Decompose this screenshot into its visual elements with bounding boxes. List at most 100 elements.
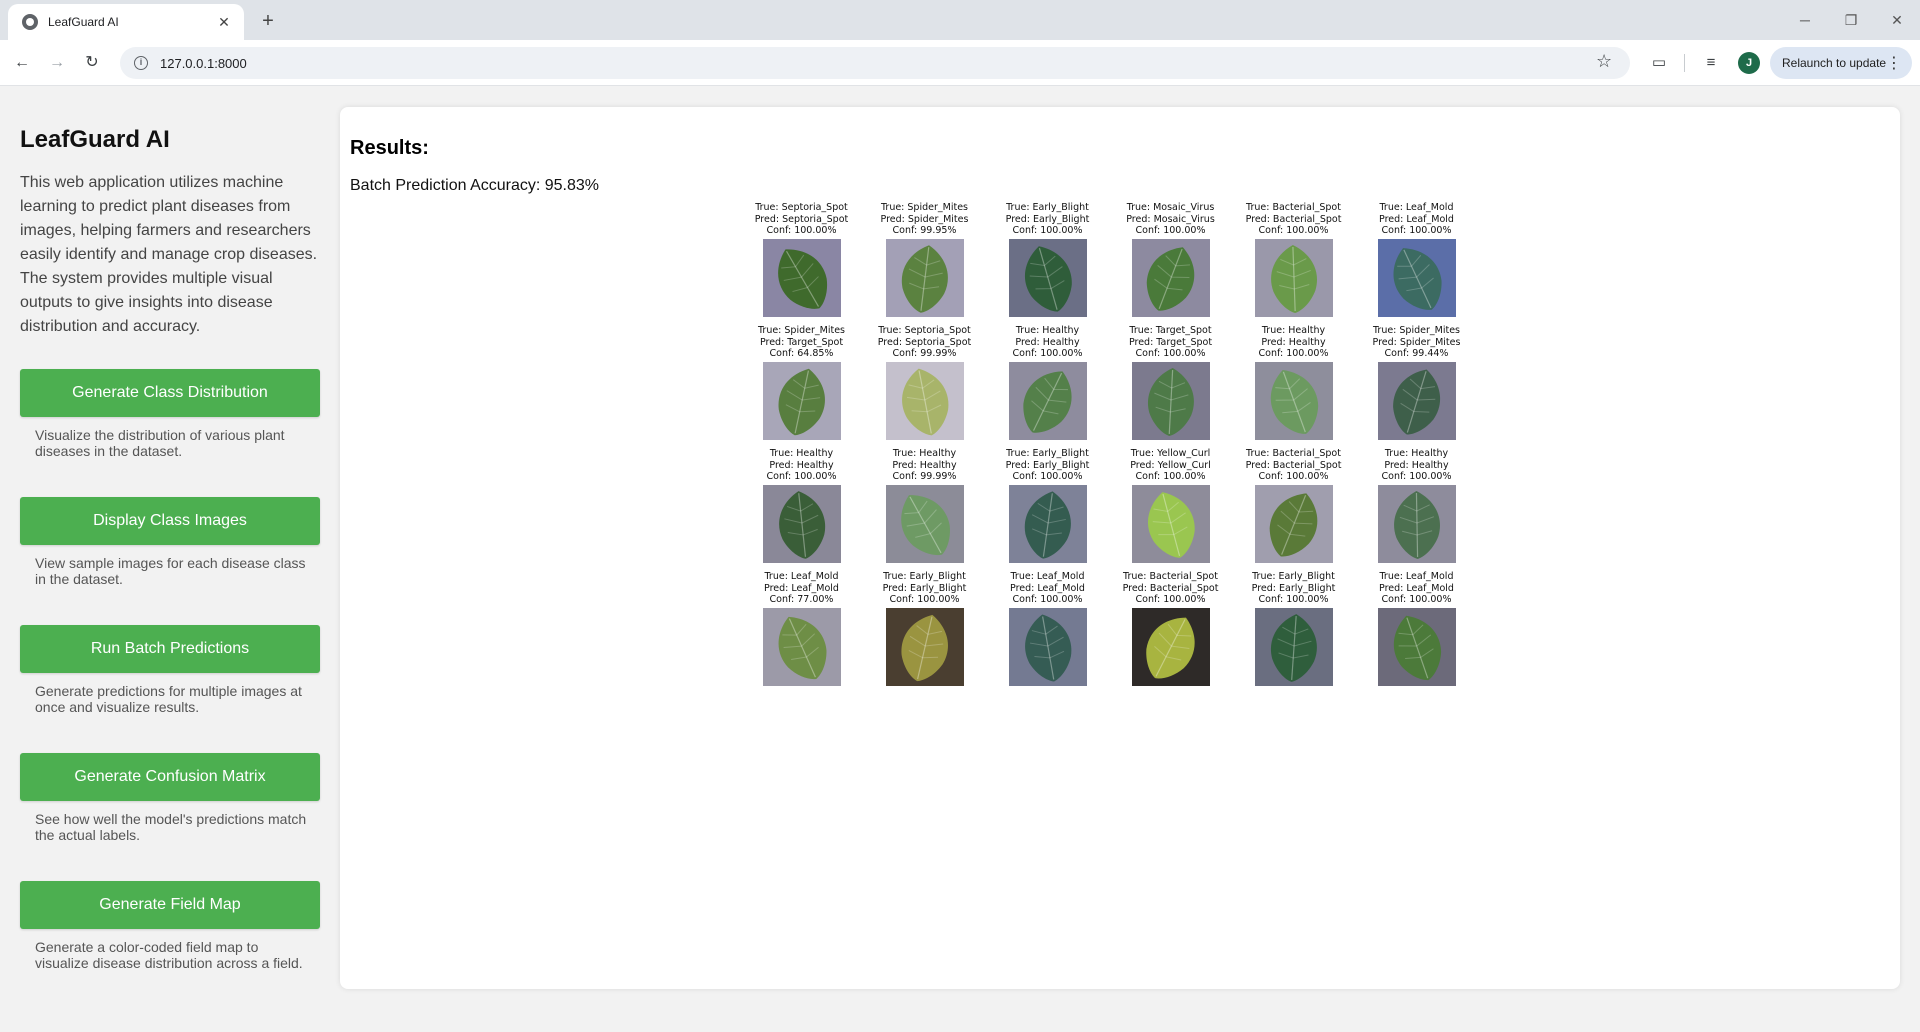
prediction-card: True: Septoria_Spot Pred: Septoria_Spot Co…	[740, 202, 863, 325]
generate-confusion-matrix-button[interactable]: Generate Confusion Matrix	[20, 753, 320, 801]
prediction-caption: True: Early_Blight Pred: Early_Blight Conf…	[986, 202, 1109, 237]
cast-icon[interactable]: ▭	[1648, 52, 1670, 74]
media-icon[interactable]: ≡	[1700, 52, 1722, 74]
caption-conf: Conf: 99.99%	[892, 471, 957, 482]
caption-pred: Pred: Healthy	[1384, 459, 1449, 471]
minimize-icon[interactable]: ─	[1790, 8, 1820, 32]
browser-tab-bar: LeafGuard AI ✕ + ─ ❐ ✕	[0, 0, 1920, 40]
prediction-caption: True: Bacterial_Spot Pred: Bacterial_Spot…	[1232, 202, 1355, 237]
reload-icon[interactable]: ↻	[80, 51, 104, 75]
caption-conf: Conf: 100.00%	[1135, 594, 1206, 605]
caption-true: True: Healthy	[1384, 448, 1449, 459]
caption-true: True: Bacterial_Spot	[1246, 448, 1341, 459]
leaf-image	[1009, 608, 1087, 686]
caption-pred: Pred: Early_Blight	[1251, 582, 1336, 594]
caption-pred: Pred: Early_Blight	[882, 582, 967, 594]
leaf-image	[1378, 485, 1456, 563]
url-text: 127.0.0.1:8000	[160, 55, 247, 71]
caption-true: True: Leaf_Mold	[764, 571, 839, 582]
prediction-card: True: Spider_Mites Pred: Target_Spot Conf:…	[740, 325, 863, 448]
action-description: View sample images for each disease clas…	[35, 555, 306, 587]
plus-icon[interactable]: +	[254, 8, 282, 36]
action-description: See how well the model's predictions mat…	[35, 811, 307, 843]
caption-conf: Conf: 100.00%	[1135, 225, 1206, 236]
prediction-grid: True: Septoria_Spot Pred: Septoria_Spot Co…	[740, 202, 1480, 697]
prediction-caption: True: Early_Blight Pred: Early_Blight Conf…	[986, 448, 1109, 483]
leaf-image	[1378, 362, 1456, 440]
prediction-card: True: Leaf_Mold Pred: Leaf_Mold Conf: 100.…	[1355, 571, 1478, 694]
action-description: Generate a color-coded field map to visu…	[35, 939, 303, 971]
caption-pred: Pred: Bacterial_Spot	[1245, 459, 1342, 471]
prediction-caption: True: Healthy Pred: Healthy Conf: 100.00%	[986, 325, 1109, 360]
caption-true: True: Bacterial_Spot	[1246, 202, 1341, 213]
prediction-caption: True: Bacterial_Spot Pred: Bacterial_Spot…	[1109, 571, 1232, 606]
app-title: LeafGuard AI	[20, 126, 170, 153]
leaf-image	[1132, 362, 1210, 440]
relaunch-button[interactable]: Relaunch to update ⋮	[1770, 47, 1912, 79]
relaunch-label: Relaunch to update	[1782, 56, 1887, 70]
caption-pred: Pred: Healthy	[769, 459, 834, 471]
restore-icon[interactable]: ❐	[1836, 8, 1866, 32]
display-class-images-button[interactable]: Display Class Images	[20, 497, 320, 545]
caption-true: True: Target_Spot	[1129, 325, 1212, 336]
prediction-card: True: Bacterial_Spot Pred: Bacterial_Spot…	[1232, 202, 1355, 325]
caption-conf: Conf: 100.00%	[1258, 225, 1329, 236]
leaf-image	[1009, 485, 1087, 563]
action-class-distribution: Generate Class Distribution Visualize th…	[20, 369, 320, 459]
close-icon[interactable]: ✕	[214, 14, 234, 31]
caption-conf: Conf: 100.00%	[889, 594, 960, 605]
favicon-icon	[22, 14, 38, 30]
caption-pred: Pred: Bacterial_Spot	[1122, 582, 1219, 594]
generate-field-map-button[interactable]: Generate Field Map	[20, 881, 320, 929]
leaf-image	[1009, 239, 1087, 317]
prediction-caption: True: Septoria_Spot Pred: Septoria_Spot Co…	[740, 202, 863, 237]
leaf-image	[1132, 608, 1210, 686]
generate-class-distribution-button[interactable]: Generate Class Distribution	[20, 369, 320, 417]
results-panel: Results: Batch Prediction Accuracy: 95.8…	[340, 107, 1900, 989]
star-icon[interactable]: ☆	[1596, 51, 1612, 72]
caption-true: True: Leaf_Mold	[1379, 571, 1454, 582]
prediction-card: True: Spider_Mites Pred: Spider_Mites Conf…	[1355, 325, 1478, 448]
caption-conf: Conf: 100.00%	[1258, 594, 1329, 605]
prediction-card: True: Bacterial_Spot Pred: Bacterial_Spot…	[1109, 571, 1232, 694]
prediction-card: True: Spider_Mites Pred: Spider_Mites Conf…	[863, 202, 986, 325]
caption-pred: Pred: Leaf_Mold	[1379, 582, 1454, 594]
kebab-menu-icon[interactable]: ⋮	[1886, 53, 1902, 73]
caption-conf: Conf: 100.00%	[1381, 225, 1452, 236]
caption-conf: Conf: 100.00%	[1135, 471, 1206, 482]
caption-conf: Conf: 100.00%	[1012, 471, 1083, 482]
caption-true: True: Early_Blight	[883, 571, 966, 582]
caption-true: True: Septoria_Spot	[755, 202, 848, 213]
caption-pred: Pred: Septoria_Spot	[877, 336, 972, 348]
back-arrow-icon[interactable]: ←	[10, 51, 34, 75]
prediction-caption: True: Bacterial_Spot Pred: Bacterial_Spot…	[1232, 448, 1355, 483]
forward-arrow-icon[interactable]: →	[45, 51, 69, 75]
caption-conf: Conf: 100.00%	[1381, 471, 1452, 482]
leaf-image	[1378, 239, 1456, 317]
caption-conf: Conf: 100.00%	[1012, 594, 1083, 605]
caption-conf: Conf: 99.95%	[892, 225, 957, 236]
address-bar[interactable]: i 127.0.0.1:8000	[120, 47, 1630, 79]
prediction-caption: True: Leaf_Mold Pred: Leaf_Mold Conf: 100.…	[1355, 571, 1478, 606]
action-description: Generate predictions for multiple images…	[35, 683, 302, 715]
leaf-image	[886, 608, 964, 686]
caption-pred: Pred: Spider_Mites	[1372, 336, 1461, 348]
window-close-icon[interactable]: ✕	[1882, 8, 1912, 32]
batch-accuracy: Batch Prediction Accuracy: 95.83%	[350, 177, 600, 194]
run-batch-predictions-button[interactable]: Run Batch Predictions	[20, 625, 320, 673]
prediction-card: True: Healthy Pred: Healthy Conf: 100.00%	[740, 448, 863, 571]
browser-tab[interactable]: LeafGuard AI ✕	[8, 4, 244, 40]
caption-pred: Pred: Leaf_Mold	[764, 582, 839, 594]
prediction-caption: True: Leaf_Mold Pred: Leaf_Mold Conf: 100.…	[986, 571, 1109, 606]
leaf-image	[1378, 608, 1456, 686]
info-icon[interactable]: i	[134, 56, 148, 70]
action-confusion-matrix: Generate Confusion Matrix See how well t…	[20, 753, 320, 843]
caption-conf: Conf: 100.00%	[1258, 348, 1329, 359]
caption-conf: Conf: 99.99%	[892, 348, 957, 359]
avatar[interactable]: J	[1738, 52, 1760, 74]
caption-pred: Pred: Target_Spot	[1128, 336, 1213, 348]
caption-pred: Pred: Spider_Mites	[880, 213, 969, 225]
caption-true: True: Healthy	[769, 448, 834, 459]
prediction-card: True: Septoria_Spot Pred: Septoria_Spot Co…	[863, 325, 986, 448]
app-description: This web application utilizes machine le…	[20, 174, 318, 335]
